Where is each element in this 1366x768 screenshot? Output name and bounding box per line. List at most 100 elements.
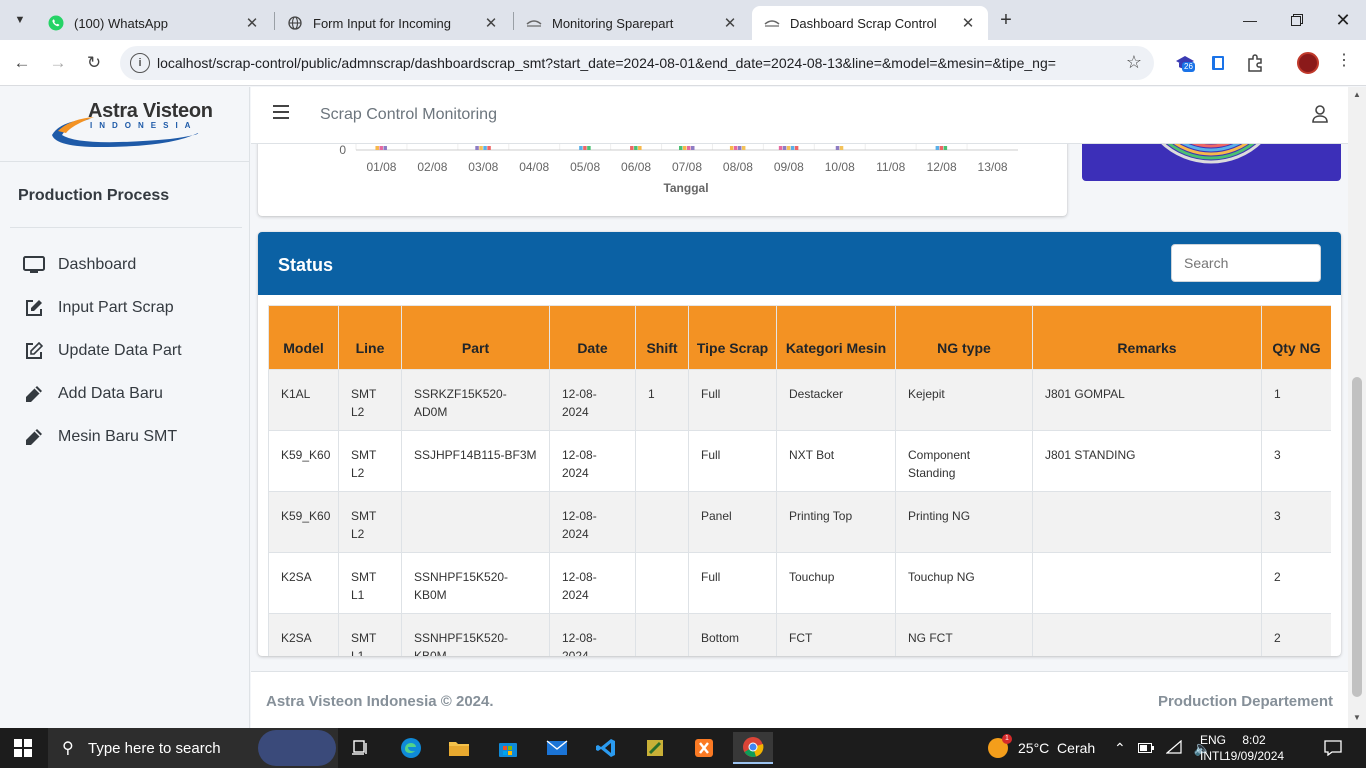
column-header-remarks[interactable]: Remarks xyxy=(1032,305,1262,370)
close-icon[interactable]: ✕ xyxy=(722,14,738,32)
taskbar-search-box[interactable]: ⚲ Type here to search xyxy=(48,728,338,768)
chart-bar[interactable] xyxy=(379,146,383,150)
restore-button[interactable] xyxy=(1285,8,1309,32)
chart-bar[interactable] xyxy=(790,146,795,150)
sidebar-item-update-data-part[interactable]: Update Data Part xyxy=(10,333,240,369)
task-view-icon[interactable] xyxy=(341,732,381,764)
sidebar-item-mesin-baru-smt[interactable]: Mesin Baru SMT xyxy=(10,419,240,455)
chart-bar[interactable] xyxy=(687,146,691,150)
scrollbar-thumb[interactable] xyxy=(1352,377,1362,697)
chart-bar[interactable] xyxy=(375,146,379,150)
close-icon[interactable]: ✕ xyxy=(244,14,260,32)
chart-bar[interactable] xyxy=(782,146,787,150)
chart-bar[interactable] xyxy=(383,146,387,150)
vscode-icon[interactable] xyxy=(586,732,626,764)
table-row[interactable]: K2SA SMT L1 SSNHPF15K520-KB0M 12-08-2024… xyxy=(268,613,1331,656)
address-bar[interactable]: i localhost/scrap-control/public/admnscr… xyxy=(120,46,1154,80)
close-icon[interactable]: ✕ xyxy=(960,14,976,32)
clock[interactable]: 8:02 19/09/2024 xyxy=(1224,732,1284,764)
chart-bar[interactable] xyxy=(487,146,491,150)
minimize-button[interactable]: — xyxy=(1238,8,1262,32)
brand-logo[interactable]: Astra Visteon INDONESIA xyxy=(0,87,249,162)
battery-icon[interactable] xyxy=(1137,740,1154,756)
column-header-part[interactable]: Part xyxy=(401,305,550,370)
reload-icon[interactable]: ↻ xyxy=(82,51,106,75)
column-header-kategori-mesin[interactable]: Kategori Mesin xyxy=(776,305,896,370)
chart-bar[interactable] xyxy=(733,146,738,150)
edge-icon[interactable] xyxy=(391,732,431,764)
forward-arrow-icon[interactable]: → xyxy=(46,51,70,75)
weather-widget[interactable]: 1 25°C Cerah xyxy=(988,728,1095,768)
windows-start-icon[interactable] xyxy=(14,739,32,757)
tab-form-input[interactable]: Form Input for Incoming ✕ xyxy=(275,6,511,40)
table-row[interactable]: K2SA SMT L1 SSNHPF15K520-KB0M 12-08-2024… xyxy=(268,552,1331,614)
scroll-down-arrow-icon[interactable]: ▼ xyxy=(1352,713,1362,722)
sidebar-item-dashboard[interactable]: Dashboard xyxy=(10,247,240,283)
chart-bar[interactable] xyxy=(579,146,583,150)
chart-bar[interactable] xyxy=(729,146,734,150)
chart-bar[interactable] xyxy=(939,146,944,150)
chart-bar[interactable] xyxy=(630,146,634,150)
back-arrow-icon[interactable]: ← xyxy=(10,51,34,75)
notification-icon[interactable] xyxy=(1324,728,1342,768)
table-row[interactable]: K59_K60 SMT L2 SSJHPF14B115-BF3M 12-08-2… xyxy=(268,430,1331,492)
xampp-icon[interactable] xyxy=(684,732,724,764)
sidebar-item-add-data-baru[interactable]: Add Data Baru xyxy=(10,376,240,412)
scroll-up-arrow-icon[interactable]: ▲ xyxy=(1352,90,1362,99)
column-header-date[interactable]: Date xyxy=(549,305,636,370)
new-tab-button[interactable]: + xyxy=(994,8,1018,32)
chart-bar[interactable] xyxy=(741,146,746,150)
document-extension-icon[interactable] xyxy=(1207,52,1229,74)
chart-bar[interactable] xyxy=(935,146,940,150)
chart-bar[interactable] xyxy=(679,146,683,150)
table-row[interactable]: K1AL SMT L2 SSRKZF15K520-AD0M 12-08-2024… xyxy=(268,369,1331,431)
column-header-qty-ng[interactable]: Qty NG xyxy=(1261,305,1331,370)
status-table-container[interactable]: Model Line Part Date Shift Tipe Scrap Ka… xyxy=(268,305,1331,656)
chart-bar[interactable] xyxy=(475,146,479,150)
chart-bar[interactable] xyxy=(943,146,948,150)
tab-whatsapp[interactable]: (100) WhatsApp ✕ xyxy=(36,6,272,40)
tab-dashboard-scrap-control[interactable]: Dashboard Scrap Control ✕ xyxy=(752,6,988,40)
wifi-icon[interactable] xyxy=(1165,739,1182,757)
chart-bar[interactable] xyxy=(794,146,799,150)
hamburger-menu-icon[interactable] xyxy=(273,105,289,119)
column-header-line[interactable]: Line xyxy=(338,305,402,370)
mail-icon[interactable] xyxy=(537,732,577,764)
chart-bar[interactable] xyxy=(691,146,695,150)
tab-search-button[interactable]: ▼ xyxy=(8,8,32,32)
puzzle-extensions-icon[interactable] xyxy=(1244,52,1266,74)
microsoft-store-icon[interactable] xyxy=(488,732,528,764)
info-icon[interactable]: i xyxy=(130,53,150,73)
chart-bar[interactable] xyxy=(839,146,844,150)
search-input[interactable] xyxy=(1171,244,1321,282)
chart-bar[interactable] xyxy=(835,146,840,150)
column-header-shift[interactable]: Shift xyxy=(635,305,689,370)
bookmark-star-icon[interactable]: ☆ xyxy=(1126,52,1142,73)
profile-avatar[interactable] xyxy=(1297,52,1319,74)
chart-bar[interactable] xyxy=(638,146,642,150)
chart-bar[interactable] xyxy=(587,146,591,150)
page-scrollbar[interactable]: ▲ ▼ xyxy=(1348,87,1366,728)
tab-monitoring-sparepart[interactable]: Monitoring Sparepart ✕ xyxy=(514,6,750,40)
sidebar-item-input-part-scrap[interactable]: Input Part Scrap xyxy=(10,290,240,326)
app-tool-icon[interactable] xyxy=(635,732,675,764)
column-header-tipe-scrap[interactable]: Tipe Scrap xyxy=(688,305,777,370)
chart-bar[interactable] xyxy=(683,146,687,150)
extension-icon[interactable]: 26 xyxy=(1174,52,1196,74)
chart-bar[interactable] xyxy=(583,146,587,150)
close-icon[interactable]: ✕ xyxy=(483,14,499,32)
chart-bar[interactable] xyxy=(786,146,791,150)
chart-bar[interactable] xyxy=(483,146,487,150)
chart-bar[interactable] xyxy=(634,146,638,150)
url-text[interactable]: localhost/scrap-control/public/admnscrap… xyxy=(157,55,1056,71)
chart-bar[interactable] xyxy=(479,146,483,150)
kebab-menu-icon[interactable]: ⋮ xyxy=(1334,50,1354,76)
column-header-ng-type[interactable]: NG type xyxy=(895,305,1033,370)
column-header-model[interactable]: Model xyxy=(268,305,339,370)
chrome-icon[interactable] xyxy=(733,732,773,764)
chevron-up-icon[interactable]: ⌃ xyxy=(1114,740,1126,757)
chart-bar[interactable] xyxy=(778,146,783,150)
table-row[interactable]: K59_K60 SMT L2 12-08-2024 Panel Printing… xyxy=(268,491,1331,553)
chart-bar[interactable] xyxy=(737,146,742,150)
close-window-button[interactable]: ✕ xyxy=(1331,8,1355,32)
